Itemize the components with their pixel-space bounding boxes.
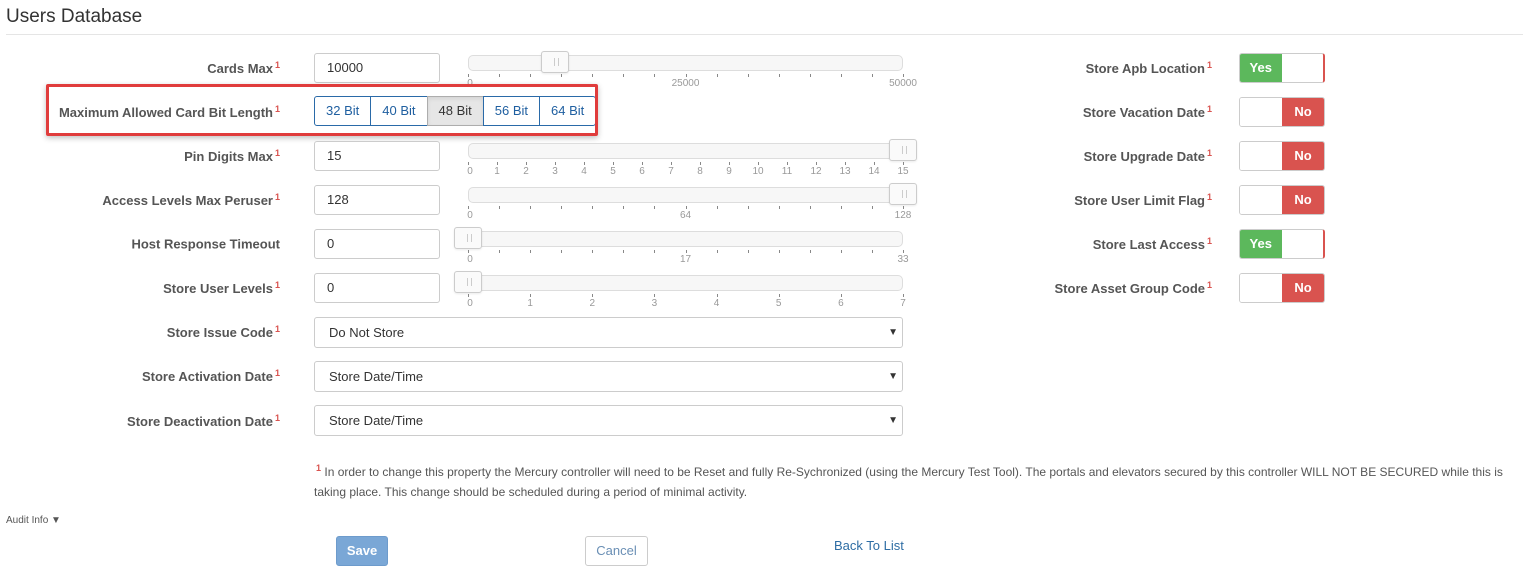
toggle-yes: Yes	[1240, 54, 1282, 82]
store-deactivation-date-label: Store Deactivation Date 1	[127, 412, 280, 430]
toggle-no: No	[1282, 274, 1324, 302]
title-divider	[6, 34, 1523, 35]
toggle-row: Store Last Access 1 Yes	[0, 228, 1523, 260]
toggle-yes: Yes	[1240, 230, 1282, 258]
toggle-row: Store Apb Location 1 Yes	[0, 52, 1523, 84]
toggle-label: Store Vacation Date 1	[1082, 103, 1212, 121]
toggle-switch[interactable]: No	[1239, 273, 1325, 303]
toggle-row: Store Upgrade Date 1 No	[0, 140, 1523, 172]
store-issue-code-value: Do Not Store	[329, 325, 405, 340]
toggle-switch[interactable]: No	[1239, 185, 1325, 215]
back-to-list-link[interactable]: Back To List	[834, 538, 904, 553]
toggle-blank	[1281, 230, 1323, 258]
store-issue-code-label: Store Issue Code 1	[166, 323, 280, 341]
cancel-button[interactable]: Cancel	[585, 536, 648, 566]
toggle-row: Store Vacation Date 1 No	[0, 96, 1523, 128]
toggle-blank	[1240, 98, 1282, 126]
save-button[interactable]: Save	[336, 536, 388, 566]
caret-down-icon: ▼	[888, 371, 898, 382]
store-activation-date-select[interactable]: Store Date/Time ▼	[314, 361, 903, 392]
caret-down-icon: ▼	[888, 327, 898, 338]
toggle-no: No	[1282, 142, 1324, 170]
toggle-blank	[1240, 142, 1282, 170]
toggle-no: No	[1282, 98, 1324, 126]
toggle-switch[interactable]: No	[1239, 141, 1325, 171]
toggle-switch[interactable]: No	[1239, 97, 1325, 127]
toggle-switch[interactable]: Yes	[1239, 53, 1325, 83]
caret-down-icon: ▼	[51, 515, 61, 526]
toggle-label: Store Apb Location 1	[1085, 59, 1212, 77]
toggle-blank	[1240, 186, 1282, 214]
toggle-label: Store Asset Group Code 1	[1054, 279, 1213, 297]
toggle-blank	[1281, 54, 1323, 82]
caret-down-icon: ▼	[888, 415, 898, 426]
audit-info-toggle[interactable]: Audit Info ▼	[6, 515, 61, 526]
store-deactivation-date-select[interactable]: Store Date/Time ▼	[314, 405, 903, 436]
toggle-label: Store User Limit Flag 1	[1074, 191, 1212, 209]
toggle-row: Store Asset Group Code 1 No	[0, 272, 1523, 304]
toggle-switch[interactable]: Yes	[1239, 229, 1325, 259]
store-issue-code-select[interactable]: Do Not Store ▼	[314, 317, 903, 348]
toggle-label: Store Upgrade Date 1	[1083, 147, 1212, 165]
footnote: 1 In order to change this property the M…	[314, 463, 1503, 499]
page-title: Users Database	[6, 6, 143, 27]
toggle-no: No	[1282, 186, 1324, 214]
row-store-activation-date: Store Activation Date 1 Store Date/Time ▼	[0, 360, 1523, 392]
row-store-issue-code: Store Issue Code 1 Do Not Store ▼	[0, 316, 1523, 348]
toggle-row: Store User Limit Flag 1 No	[0, 184, 1523, 216]
row-store-deactivation-date: Store Deactivation Date 1 Store Date/Time…	[0, 405, 1523, 437]
toggle-label: Store Last Access 1	[1092, 235, 1212, 253]
store-deactivation-date-value: Store Date/Time	[329, 413, 424, 428]
store-activation-date-label: Store Activation Date 1	[141, 367, 280, 385]
footnote-text: In order to change this property the Mer…	[314, 465, 1503, 499]
store-activation-date-value: Store Date/Time	[329, 369, 424, 384]
toggle-blank	[1240, 274, 1282, 302]
